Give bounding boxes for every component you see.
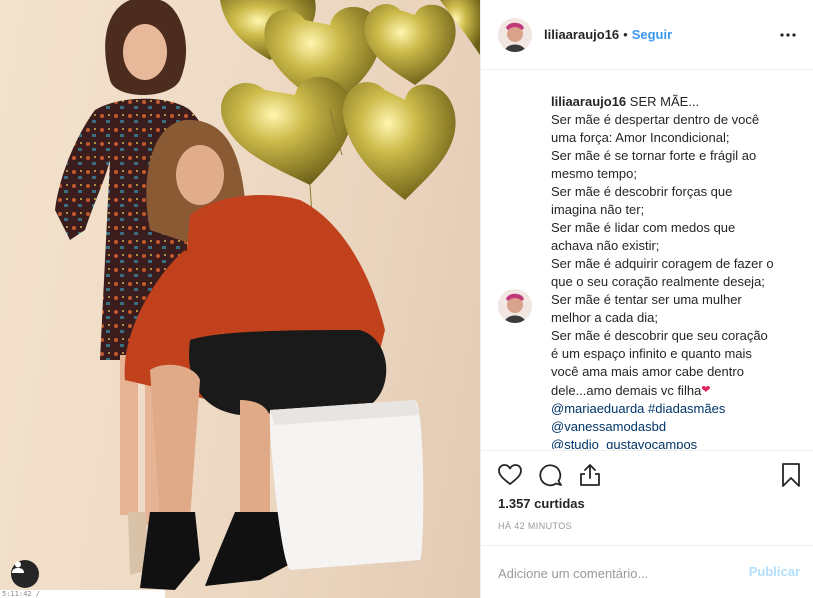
avatar-image — [498, 17, 532, 52]
caption-line: achava não existir; — [551, 238, 660, 253]
post-username-link[interactable]: liliaaraujo16 — [544, 27, 619, 42]
caption-line: Ser mãe é se tornar forte e frágil ao — [551, 148, 757, 163]
heart-emoji: ❤ — [701, 384, 711, 396]
post-actions: 1.357 curtidas HÁ 42 MINUTOS — [481, 450, 813, 545]
caption-avatar[interactable] — [498, 289, 532, 323]
white-pouf — [269, 400, 424, 570]
caption-line: Ser mãe é despertar dentro de você — [551, 112, 760, 127]
post-side-panel: liliaaraujo16 • Seguir liliaaraujo16 SER… — [480, 0, 813, 598]
user-tag-icon — [12, 561, 24, 573]
caption-title: SER MÃE... — [629, 94, 700, 109]
caption-line: é um espaço infinito e quanto mais — [551, 346, 752, 361]
post-header: liliaaraujo16 • Seguir — [481, 0, 813, 70]
caption-line: imagina não ter; — [551, 202, 645, 217]
caption-line: que o seu coração realmente deseja; — [551, 274, 765, 289]
caption-tag-link[interactable]: @vanessamodasbd — [551, 418, 801, 436]
photo-illustration — [55, 0, 480, 590]
caption-avatar-image — [498, 289, 532, 323]
caption-line: mesmo tempo; — [551, 166, 637, 181]
avatar[interactable] — [498, 17, 532, 52]
publish-button[interactable]: Publicar — [749, 564, 800, 579]
caption-line: melhor a cada dia; — [551, 310, 658, 325]
user-tag-button[interactable] — [11, 560, 39, 588]
caption-tag-link[interactable]: @mariaeduarda #diadasmães — [551, 400, 801, 418]
caption-line: Ser mãe é descobrir forças que — [551, 184, 733, 199]
likes-count[interactable]: 1.357 curtidas — [498, 496, 585, 511]
separator-dot: • — [623, 27, 628, 42]
caption-first-line: liliaaraujo16 SER MÃE... — [551, 93, 801, 111]
caption-line: Ser mãe é adquirir coragem de fazer o — [551, 256, 774, 271]
caption-last-text: dele...amo demais vc filha — [551, 383, 702, 398]
post-caption: liliaaraujo16 SER MÃE... Ser mãe é despe… — [551, 93, 801, 449]
caption-username-link[interactable]: liliaaraujo16 — [551, 94, 626, 109]
photo-bottom-strip: 5:11:42 / — [0, 590, 165, 598]
more-options-icon — [780, 33, 796, 37]
post-photo[interactable]: 5:11:42 / — [0, 0, 480, 598]
share-icon[interactable] — [577, 462, 603, 488]
follow-button[interactable]: Seguir — [632, 27, 672, 42]
caption-line: você ama mais amor cabe dentro — [551, 364, 744, 379]
comments-area[interactable]: liliaaraujo16 SER MÃE... Ser mãe é despe… — [481, 71, 813, 449]
more-options-button[interactable] — [777, 24, 799, 46]
bookmark-icon[interactable] — [778, 462, 804, 488]
heart-icon[interactable] — [497, 462, 523, 488]
caption-tag-link[interactable]: @studio_gustavocampos — [551, 436, 801, 449]
comment-icon[interactable] — [537, 462, 563, 488]
comment-input[interactable] — [498, 563, 738, 583]
caption-line: Ser mãe é tentar ser uma mulher — [551, 292, 742, 307]
caption-last-line: dele...amo demais vc filha❤ — [551, 381, 801, 400]
caption-line: Ser mãe é descobrir que seu coração — [551, 328, 768, 343]
caption-line: uma força: Amor Incondicional; — [551, 130, 730, 145]
add-comment-section: Publicar — [481, 545, 813, 598]
caption-line: Ser mãe é lidar com medos que — [551, 220, 736, 235]
post-timestamp[interactable]: HÁ 42 MINUTOS — [498, 521, 572, 531]
